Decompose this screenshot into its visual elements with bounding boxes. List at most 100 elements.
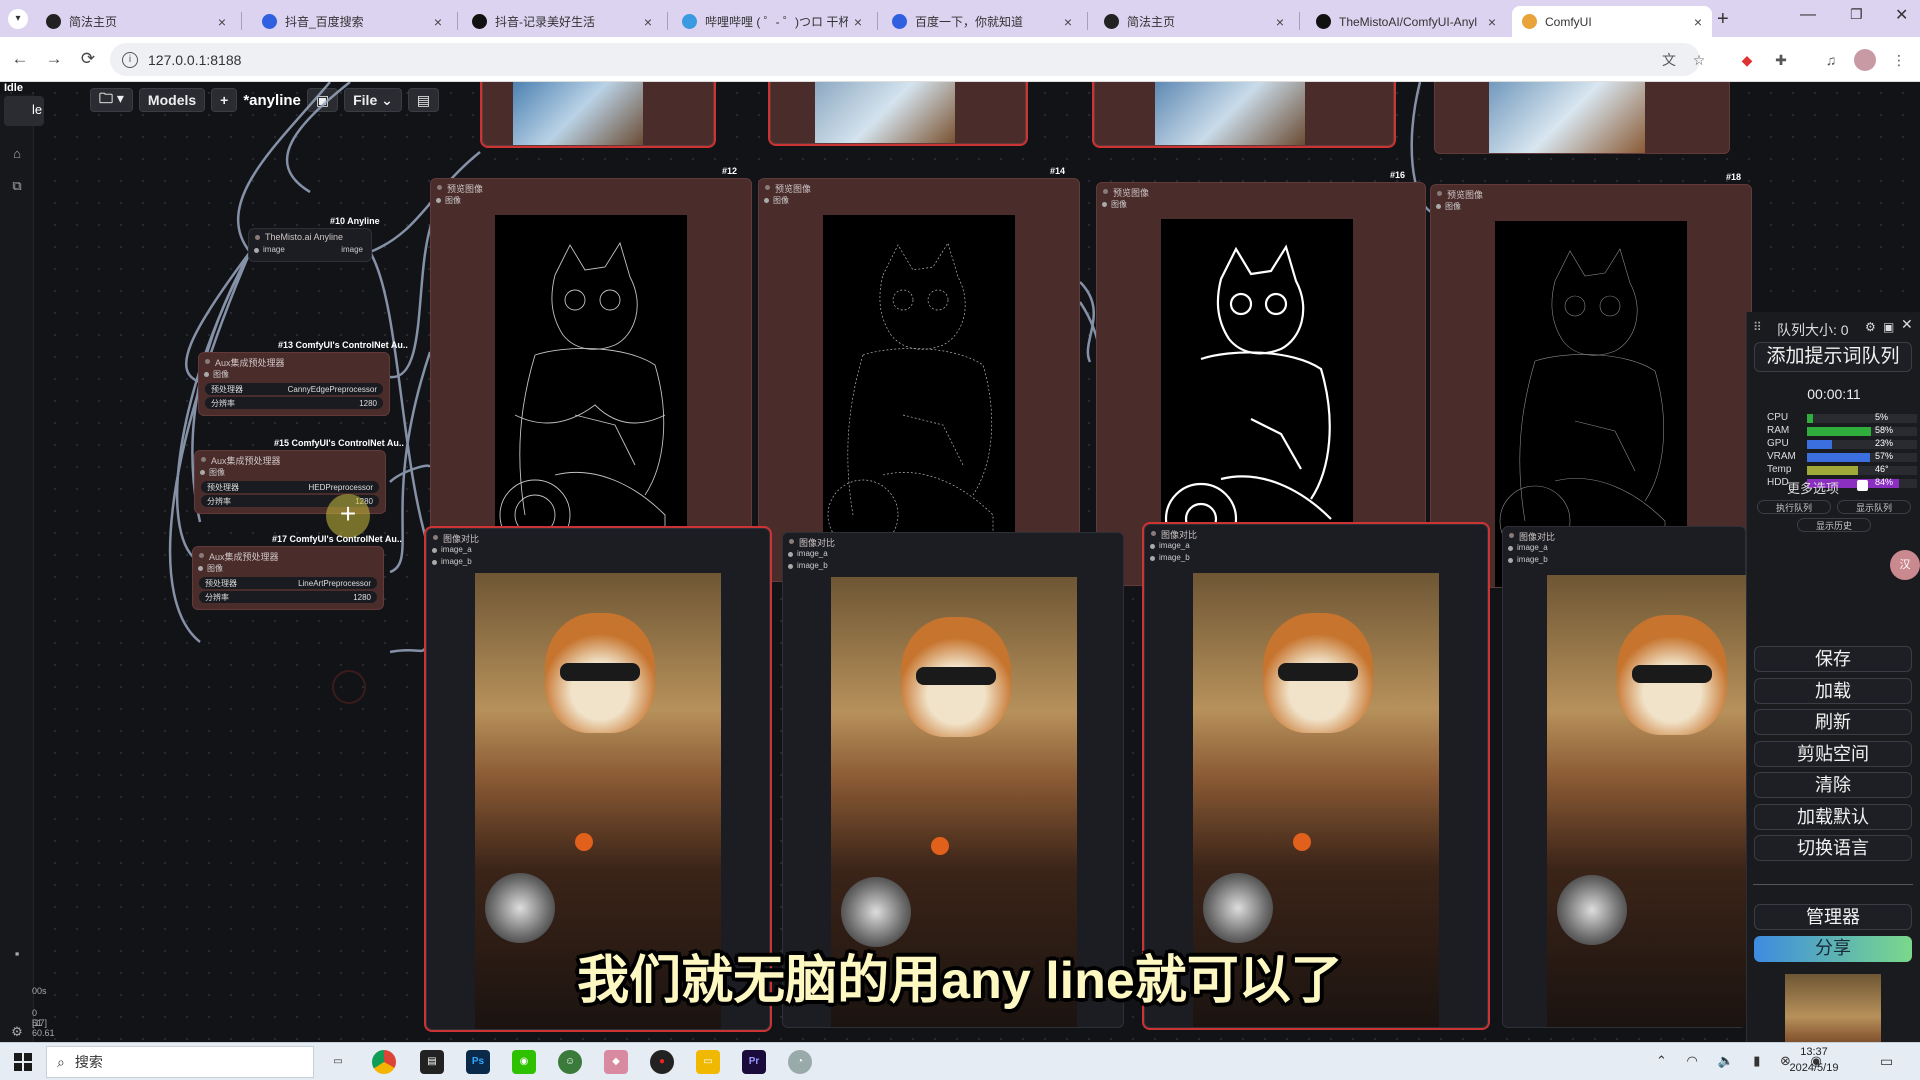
puzzle-icon[interactable]: ✚	[1770, 49, 1792, 71]
anyline-node[interactable]: TheMisto.ai Anyline image image	[248, 228, 372, 262]
photoshop-icon[interactable]: Ps	[466, 1050, 490, 1074]
canny-port[interactable]: 图像	[199, 369, 389, 381]
tab-title: TheMistoAI/ComfyUI-Anyl	[1339, 14, 1478, 29]
preview-image-node-14[interactable]: 预览图像 图像	[758, 178, 1080, 582]
browser-tab[interactable]: 简法主页 ×	[1094, 6, 1294, 37]
preview-node-top-4[interactable]	[1434, 82, 1730, 154]
compare-port-b[interactable]: image_b	[783, 561, 1123, 573]
tab-close-icon[interactable]: ×	[1276, 14, 1284, 30]
record-icon[interactable]: ●	[650, 1050, 674, 1074]
lineart-port[interactable]: 图像	[193, 563, 383, 575]
file-explorer-icon[interactable]: ▭	[696, 1050, 720, 1074]
url-field[interactable]: i 127.0.0.1:8188	[110, 43, 1700, 76]
preview-node-top-3[interactable]	[1092, 82, 1396, 148]
execute-queue-button[interactable]: 执行队列	[1757, 500, 1831, 514]
close-panel-icon[interactable]: ✕	[1901, 316, 1913, 333]
tab-close-icon[interactable]: ×	[1488, 14, 1496, 30]
load-button[interactable]: 加载	[1754, 677, 1912, 704]
compare-port-a[interactable]: image_a	[1145, 541, 1487, 553]
taskbar-search-box[interactable]: ⌕ 搜索	[46, 1046, 314, 1078]
lineart-node[interactable]: Aux集成预处理器 图像 预处理器 LineArtPreprocessor 分辨率…	[192, 546, 384, 610]
notes-app-icon[interactable]: ▤	[420, 1050, 444, 1074]
lineart-preprocessor-select[interactable]: 预处理器 LineArtPreprocessor	[199, 577, 377, 589]
back-icon[interactable]: ←	[8, 47, 32, 71]
app-icon-green[interactable]: ☺	[558, 1050, 582, 1074]
tab-close-icon[interactable]: ×	[1064, 14, 1072, 30]
wechat-icon[interactable]: ◉	[512, 1050, 536, 1074]
compare-port-a[interactable]: image_a	[1503, 543, 1745, 555]
canny-resolution-field[interactable]: 分辨率 1280	[205, 397, 383, 409]
browser-tab[interactable]: ComfyUI ×	[1512, 6, 1712, 37]
canny-preprocessor-select[interactable]: 预处理器 CannyEdgePreprocessor	[205, 383, 383, 395]
preview-port[interactable]: 图像	[1097, 199, 1425, 211]
refresh-button[interactable]: 刷新	[1754, 709, 1912, 735]
reload-icon[interactable]: ⟳	[76, 47, 100, 71]
close-window-icon[interactable]: ✕	[1895, 5, 1908, 25]
app-icon-gray[interactable]: ◔	[788, 1050, 812, 1074]
tab-close-icon[interactable]: ×	[644, 14, 652, 30]
premiere-icon[interactable]: Pr	[742, 1050, 766, 1074]
windows-start-icon[interactable]	[14, 1053, 32, 1071]
lineart-resolution-field[interactable]: 分辨率 1280	[199, 591, 377, 603]
browser-tab[interactable]: 百度一下，你就知道 ×	[882, 6, 1082, 37]
browser-tab[interactable]: 哔哩哔哩 ( ゜- ゜)つロ 干杯~ ×	[672, 6, 872, 37]
extension-icon[interactable]: ◆	[1736, 49, 1758, 71]
show-queue-button[interactable]: 显示队列	[1837, 500, 1911, 514]
maximize-icon[interactable]: ❐	[1850, 6, 1863, 23]
gallery-icon[interactable]: ▣	[1883, 320, 1894, 334]
canny-node[interactable]: Aux集成预处理器 图像 预处理器 CannyEdgePreprocessor 分…	[198, 352, 390, 416]
add-prompt-queue-button[interactable]: 添加提示词队列	[1754, 342, 1912, 372]
preview-node-top-2[interactable]	[768, 82, 1028, 146]
new-tab-button[interactable]: +	[1717, 8, 1729, 31]
tab-search-button[interactable]: ▾	[8, 9, 28, 29]
tab-close-icon[interactable]: ×	[218, 14, 226, 30]
save-button[interactable]: 保存	[1754, 646, 1912, 672]
bookmark-star-icon[interactable]: ☆	[1688, 49, 1710, 71]
app-icon-pink[interactable]: ◆	[604, 1050, 628, 1074]
browser-tab[interactable]: TheMistoAI/ComfyUI-Anyl ×	[1306, 6, 1506, 37]
task-view-icon[interactable]: ▭	[326, 1050, 350, 1074]
manager-button[interactable]: 管理器	[1754, 904, 1912, 930]
switch-language-button[interactable]: 切换语言	[1754, 835, 1912, 861]
preview-port[interactable]: 图像	[759, 195, 1079, 207]
load-default-button[interactable]: 加载默认	[1754, 803, 1912, 830]
compare-port-b[interactable]: image_b	[427, 557, 769, 569]
minimize-icon[interactable]: —	[1800, 6, 1816, 24]
notification-icon[interactable]: ▭	[1880, 1053, 1893, 1070]
floating-avatar-icon[interactable]: 汉	[1890, 550, 1920, 580]
profile-avatar[interactable]	[1854, 49, 1876, 71]
compare-port-a[interactable]: image_a	[427, 545, 769, 557]
chrome-icon[interactable]	[372, 1050, 396, 1074]
tab-close-icon[interactable]: ×	[1694, 14, 1702, 30]
browser-tab[interactable]: 抖音-记录美好生活 ×	[462, 6, 662, 37]
stat-bar	[1807, 414, 1917, 423]
translate-icon[interactable]: 文	[1658, 49, 1680, 71]
browser-tab[interactable]: 抖音_百度搜索 ×	[252, 6, 452, 37]
browser-tab[interactable]: 简法主页 ×	[36, 6, 236, 37]
hed-preprocessor-select[interactable]: 预处理器 HEDPreprocessor	[201, 481, 379, 493]
hed-port[interactable]: 图像	[195, 467, 385, 479]
drag-handle-icon[interactable]: ⠿	[1753, 320, 1762, 334]
preview-port[interactable]: 图像	[1431, 201, 1751, 213]
preview-port[interactable]: 图像	[431, 195, 751, 207]
comfyui-canvas[interactable]: Idle le ⌂ ⧉ ▪ ⚙ 00s 0 [17] 51 60.61 🗀 ▾ …	[0, 82, 1920, 1042]
anyline-out-port[interactable]: image	[341, 245, 363, 254]
menu-icon[interactable]: ⋮	[1888, 49, 1910, 71]
preview-image-node-12[interactable]: 预览图像 图像	[430, 178, 752, 582]
settings-gear-icon[interactable]: ⚙	[1865, 320, 1876, 334]
more-options-checkbox[interactable]	[1857, 480, 1868, 491]
preview-node-top-1[interactable]	[480, 82, 716, 148]
site-info-icon[interactable]: i	[122, 51, 138, 68]
clipspace-button[interactable]: 剪贴空间	[1754, 740, 1912, 767]
compare-port-b[interactable]: image_b	[1503, 555, 1745, 567]
tab-close-icon[interactable]: ×	[434, 14, 442, 30]
show-history-button[interactable]: 显示历史	[1797, 518, 1871, 532]
compare-port-b[interactable]: image_b	[1145, 553, 1487, 565]
anyline-in-port[interactable]: image	[263, 245, 285, 254]
tab-close-icon[interactable]: ×	[854, 14, 862, 30]
clear-button[interactable]: 清除	[1754, 772, 1912, 798]
forward-icon[interactable]: →	[42, 47, 66, 71]
compare-port-a[interactable]: image_a	[783, 549, 1123, 561]
stat-label: GPU	[1767, 438, 1789, 449]
media-icon[interactable]: ♫	[1820, 49, 1842, 71]
